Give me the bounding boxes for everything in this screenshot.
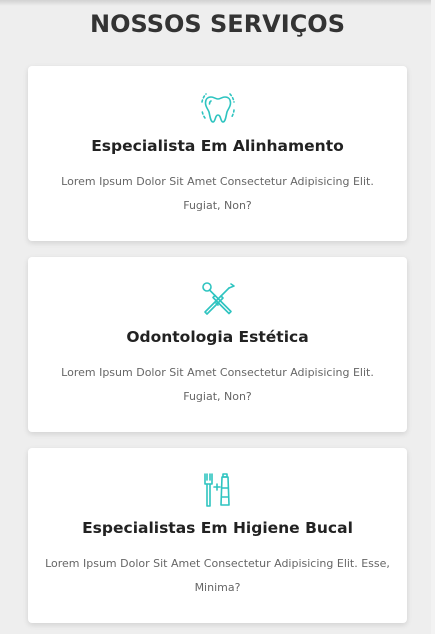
- tooth-icon: [198, 88, 238, 128]
- service-card-aesthetic[interactable]: Odontologia Estética Lorem Ipsum Dolor S…: [28, 257, 407, 432]
- section-title: NOSSOS SERVIÇOS: [90, 10, 345, 38]
- card-description: Lorem Ipsum Dolor Sit Amet Consectetur A…: [61, 175, 374, 212]
- service-card-oral-hygiene[interactable]: Especialistas Em Higiene Bucal Lorem Ips…: [28, 448, 407, 623]
- card-description: Lorem Ipsum Dolor Sit Amet Consectetur A…: [45, 557, 390, 594]
- scrollbar-track[interactable]: [431, 0, 435, 634]
- card-title: Especialistas Em Higiene Bucal: [82, 519, 353, 537]
- dental-tools-icon: [198, 279, 238, 319]
- card-title: Odontologia Estética: [126, 328, 309, 346]
- toothbrush-toothpaste-icon: [198, 470, 238, 510]
- card-title: Especialista Em Alinhamento: [91, 137, 344, 155]
- service-card-alignment[interactable]: Especialista Em Alinhamento Lorem Ipsum …: [28, 66, 407, 241]
- services-page: NOSSOS SERVIÇOS Especialista Em Alinhame…: [0, 0, 435, 634]
- header-shadow: [0, 0, 435, 6]
- card-description: Lorem Ipsum Dolor Sit Amet Consectetur A…: [61, 366, 374, 403]
